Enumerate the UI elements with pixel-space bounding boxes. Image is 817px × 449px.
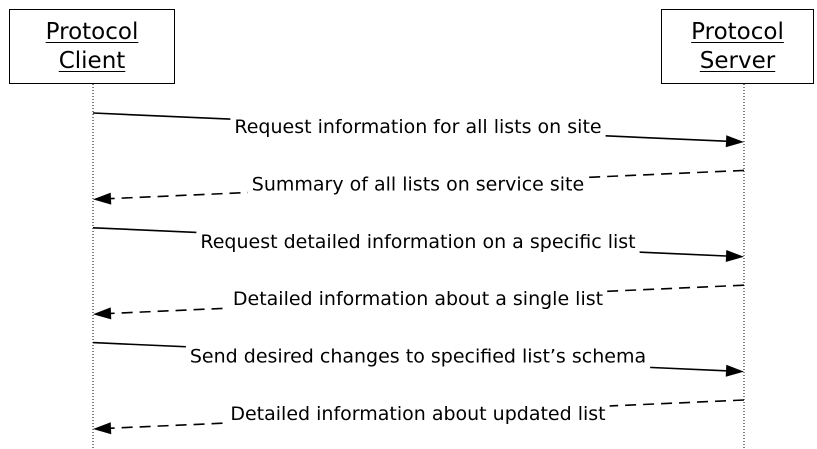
client-label-line1: Protocol <box>45 18 139 45</box>
message-5: Send desired changes to specified list’s… <box>92 341 744 377</box>
message-label: Send desired changes to specified list’s… <box>190 346 646 368</box>
message-6: Detailed information about updated list <box>93 399 745 435</box>
sequence-diagram: Request information for all lists on sit… <box>0 0 817 449</box>
arrowhead-icon <box>725 250 744 262</box>
client-label-line2: Client <box>58 47 126 74</box>
server-label-line1: Protocol <box>691 18 784 45</box>
arrowhead-icon <box>725 135 744 148</box>
message-label: Detailed information about updated list <box>230 403 605 425</box>
message-label: Request information for all lists on sit… <box>234 116 601 138</box>
protocol-client-box: Protocol Client <box>9 9 175 84</box>
arrowhead-icon <box>93 422 112 435</box>
message-label: Request detailed information on a specif… <box>200 231 635 253</box>
message-label: Summary of all lists on service site <box>252 173 584 195</box>
server-label-line2: Server <box>699 47 776 74</box>
protocol-server-box: Protocol Server <box>661 9 814 84</box>
message-1: Request information for all lists on sit… <box>92 112 744 148</box>
message-4: Detailed information about a single list <box>93 284 745 320</box>
message-group: Request information for all lists on sit… <box>92 112 745 435</box>
arrowhead-icon <box>725 364 744 377</box>
arrowhead-icon <box>93 307 112 320</box>
message-2: Summary of all lists on service site <box>93 169 745 205</box>
message-3: Request detailed information on a specif… <box>92 227 744 262</box>
arrowhead-icon <box>93 192 112 205</box>
message-label: Detailed information about a single list <box>233 288 603 310</box>
